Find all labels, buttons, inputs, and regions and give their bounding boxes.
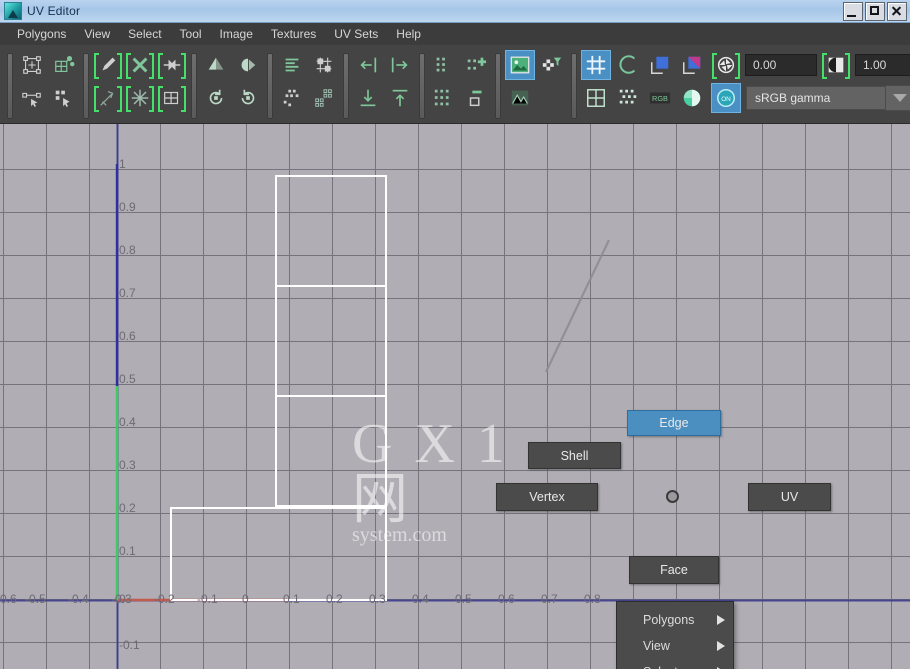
cut-uv-icon[interactable] <box>93 50 123 80</box>
marking-menu-origin[interactable] <box>666 490 679 503</box>
marking-menu-item-edge[interactable]: Edge <box>627 410 721 436</box>
maximize-button[interactable] <box>865 1 885 21</box>
title-bar: UV Editor <box>0 0 910 23</box>
menu-item-image[interactable]: Image <box>211 25 262 43</box>
flip-vertical-icon[interactable] <box>233 50 263 80</box>
toolbar-separator[interactable] <box>571 50 577 121</box>
uv-selection-group <box>16 48 80 123</box>
menu-item-view[interactable]: View <box>75 25 119 43</box>
gamma-icon[interactable] <box>821 50 851 80</box>
image-ratio-icon[interactable] <box>505 83 535 113</box>
align-edges-group <box>352 48 416 123</box>
toolbar-separator[interactable] <box>343 50 349 121</box>
svg-text:RGB: RGB <box>652 94 668 103</box>
flip-horizontal-icon[interactable] <box>201 50 231 80</box>
shaded-uv-icon[interactable] <box>677 50 707 80</box>
uv-edge-select-icon[interactable] <box>17 83 47 113</box>
marking-menu-item-shell[interactable]: Shell <box>528 442 621 469</box>
uv-editor-app-icon <box>4 2 22 20</box>
context-menu-item-select[interactable]: Select <box>617 659 733 669</box>
grid-snap-group <box>428 48 492 123</box>
chevron-down-icon[interactable] <box>886 84 910 111</box>
uv-grid-all-icon[interactable] <box>429 83 459 113</box>
menu-item-tool[interactable]: Tool <box>171 25 211 43</box>
checker-filter-icon[interactable] <box>537 50 567 80</box>
pixel-snap-icon[interactable] <box>581 83 611 113</box>
toolbar-separator[interactable] <box>267 50 273 121</box>
distribute-icon[interactable] <box>277 83 307 113</box>
match-uvs-icon[interactable] <box>309 83 339 113</box>
svg-text:ON: ON <box>721 95 731 102</box>
toolbar: RGB 0.00 1.00 ON sRGB gamma <box>0 45 910 124</box>
menu-item-textures[interactable]: Textures <box>262 25 325 43</box>
window-title: UV Editor <box>27 4 81 18</box>
marking-menu-item-uv[interactable]: UV <box>748 483 831 511</box>
rotate-ccw-icon[interactable] <box>201 83 231 113</box>
marking-menu-drag-line <box>545 239 610 373</box>
uv-canvas[interactable]: 1 0.9 0.8 0.7 0.6 0.5 0.4 0.3 0.2 0.1 0 … <box>0 124 910 669</box>
sew-uv-icon[interactable] <box>157 50 187 80</box>
display-image-icon[interactable] <box>505 49 535 80</box>
toolbar-separator[interactable] <box>191 50 197 121</box>
align-right-icon[interactable] <box>385 50 415 80</box>
flip-rotate-group <box>200 48 264 123</box>
cut-x-icon[interactable] <box>125 50 155 80</box>
close-button[interactable] <box>887 1 907 21</box>
marking-menu-item-face[interactable]: Face <box>629 556 719 584</box>
display-grid-icon[interactable] <box>581 49 611 80</box>
toolbar-separator[interactable] <box>7 50 13 121</box>
context-menu-label: View <box>643 639 670 653</box>
toolbar-separator[interactable] <box>495 50 501 121</box>
uv-shell-box-icon[interactable] <box>461 83 491 113</box>
color-space-select[interactable]: sRGB gamma <box>746 85 886 110</box>
alpha-channel-icon[interactable] <box>677 83 707 113</box>
context-menu-item-polygons[interactable]: Polygons <box>617 607 733 633</box>
toolbar-separator[interactable] <box>419 50 425 121</box>
menu-bar: Polygons View Select Tool Image Textures… <box>0 23 910 45</box>
align-bottom-icon[interactable] <box>353 83 383 113</box>
rotate-cw-icon[interactable] <box>233 83 263 113</box>
uv-distortion-icon[interactable] <box>613 50 643 80</box>
context-menu-label: Select <box>643 665 678 669</box>
context-menu: Polygons View Select Tool Imagr Textut <box>616 601 734 669</box>
align-stack-icon[interactable] <box>277 50 307 80</box>
texture-border-icon[interactable] <box>645 50 675 80</box>
grid-display-group: RGB <box>580 48 708 123</box>
unfold-uv-icon[interactable] <box>125 83 155 113</box>
layout-uv-icon[interactable] <box>157 83 187 113</box>
color-controls-group: 0.00 1.00 ON sRGB gamma <box>710 48 910 123</box>
align-top-icon[interactable] <box>385 83 415 113</box>
chevron-right-icon <box>717 615 725 625</box>
dim-image-icon[interactable] <box>613 83 643 113</box>
color-management-on-icon[interactable]: ON <box>711 82 741 113</box>
context-menu-item-view[interactable]: View <box>617 633 733 659</box>
uv-tools-group <box>92 48 188 123</box>
minimize-button[interactable] <box>843 1 863 21</box>
marking-menu-item-vertex[interactable]: Vertex <box>496 483 598 511</box>
menu-item-help[interactable]: Help <box>387 25 430 43</box>
window-controls <box>843 1 907 21</box>
snap-together-icon[interactable] <box>309 50 339 80</box>
toolbar-separator[interactable] <box>83 50 89 121</box>
exposure-input[interactable]: 0.00 <box>745 53 817 76</box>
menu-item-polygons[interactable]: Polygons <box>8 25 75 43</box>
align-distribute-group <box>276 48 340 123</box>
uv-lattice-icon[interactable] <box>17 50 47 80</box>
context-menu-label: Polygons <box>643 613 695 627</box>
gamma-input[interactable]: 1.00 <box>855 53 910 76</box>
image-display-group <box>504 48 568 123</box>
split-uv-icon[interactable] <box>93 83 123 113</box>
menu-item-select[interactable]: Select <box>119 25 170 43</box>
exposure-icon[interactable] <box>711 50 741 80</box>
uv-editor-window: UV Editor Polygons View Select Tool Imag… <box>0 0 910 669</box>
uv-grid <box>0 124 910 669</box>
uv-face-select-icon[interactable] <box>49 83 79 113</box>
align-left-icon[interactable] <box>353 50 383 80</box>
add-uv-icon[interactable] <box>461 50 491 80</box>
uv-grid-select-icon[interactable] <box>429 50 459 80</box>
uv-grid-shell-icon[interactable] <box>49 50 79 80</box>
rgb-channel-icon[interactable]: RGB <box>645 83 675 113</box>
chevron-right-icon <box>717 641 725 651</box>
menu-item-uv-sets[interactable]: UV Sets <box>325 25 387 43</box>
